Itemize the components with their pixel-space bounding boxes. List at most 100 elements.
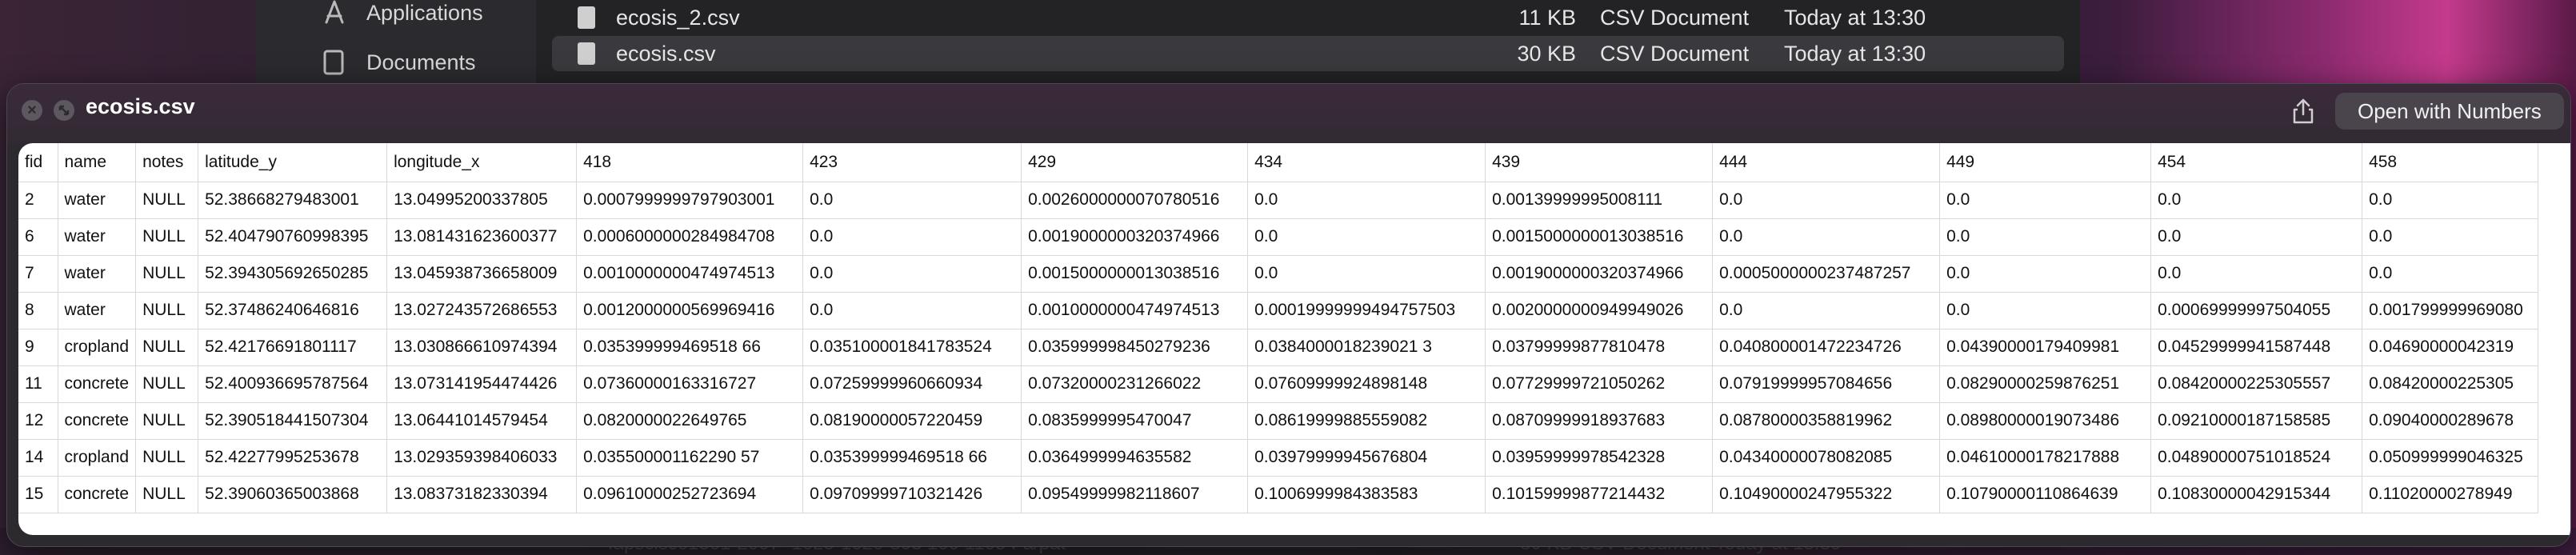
table-cell: 0.0: [1939, 255, 2152, 293]
table-row: 14 cropland NULL 52.42277995253678 13.029359…: [18, 439, 2539, 477]
table-cell: 0.0019000000320374966: [1021, 218, 1249, 256]
file-row-ecosis-2[interactable]: ecosis_2.csv 11 KB CSV Document Today at…: [552, 0, 2064, 35]
fullscreen-glyph: [58, 105, 70, 116]
sidebar-item-label: Documents: [366, 50, 476, 74]
table-cell: 0.04390000179409981: [1939, 329, 2152, 366]
table-row: 15 concrete NULL 52.39060365003868 13.083731…: [18, 476, 2539, 513]
table-cell: 0.08780000358819962: [1712, 402, 1941, 440]
table-cell: 13.030866610974394: [386, 329, 578, 366]
table-cell: 13.045938736658009: [386, 255, 578, 293]
table-row: 7 water NULL 52.394305692650285 13.045938736…: [18, 255, 2539, 293]
sidebar-item-applications[interactable]: Applications: [320, 0, 483, 26]
column-header: 439: [1485, 143, 1714, 182]
column-header: 418: [576, 143, 804, 182]
table-cell: 52.394305692650285: [198, 255, 388, 293]
fullscreen-icon[interactable]: [54, 100, 74, 121]
table-cell: 0.0: [1939, 182, 2152, 219]
table-cell: 0.0: [2150, 182, 2363, 219]
table-cell: 0.04340000078082085: [1712, 439, 1941, 477]
table-cell: 52.42176691801117: [198, 329, 388, 366]
table-cell: 0.04529999941587448: [2150, 329, 2363, 366]
table-cell: cropland: [58, 439, 137, 477]
table-cell: NULL: [135, 365, 199, 403]
table-cell: 11: [18, 365, 58, 403]
quicklook-window: × ecosis.csv Open with Numbers fid name no…: [6, 83, 2571, 547]
table-cell: 0.0: [1712, 218, 1941, 256]
table-cell: 52.39060365003868: [198, 476, 388, 513]
table-cell: 0.035399999469518 66: [576, 329, 804, 366]
table-cell: 0.00019999999494757503: [1247, 292, 1486, 329]
table-cell: 0.07320000231266022: [1021, 365, 1249, 403]
table-row: 2 water NULL 52.38668279483001 13.0499520033…: [18, 182, 2539, 219]
table-cell: cropland: [58, 329, 137, 366]
file-row-ecosis[interactable]: ecosis.csv 30 KB CSV Document Today at 1…: [552, 36, 2064, 71]
file-name: ecosis_2.csv: [616, 5, 740, 30]
table-cell: 0.0006000000284984708: [576, 218, 804, 256]
table-cell: 0.0: [2362, 182, 2539, 219]
table-cell: 0.035999998450279236: [1021, 329, 1249, 366]
table-cell: 0.0020000000949949026: [1485, 292, 1714, 329]
table-cell: NULL: [135, 476, 199, 513]
table-cell: 0.08980000019073486: [1939, 402, 2152, 440]
table-cell: 0.0: [1712, 182, 1941, 219]
table-cell: NULL: [135, 329, 199, 366]
column-header: fid: [18, 143, 58, 182]
table-cell: 0.0: [2150, 218, 2363, 256]
close-icon[interactable]: ×: [22, 100, 42, 121]
csv-preview-table: fid name notes latitude_y longitude_x 418 423 4…: [18, 143, 2570, 535]
table-cell: 0.1006999984383583: [1247, 476, 1486, 513]
table-cell: 0.0026000000070780516: [1021, 182, 1249, 219]
table-cell: 0.11020000278949: [2362, 476, 2539, 513]
table-cell: 0.0835999995470047: [1021, 402, 1249, 440]
table-cell: NULL: [135, 402, 199, 440]
table-cell: concrete: [58, 476, 137, 513]
table-cell: 0.08420000225305: [2362, 365, 2539, 403]
table-cell: 0.10490000247955322: [1712, 476, 1941, 513]
table-cell: 12: [18, 402, 58, 440]
table-cell: 0.0010000000474974513: [1021, 292, 1249, 329]
table-cell: 52.42277995253678: [198, 439, 388, 477]
table-cell: 0.09549999982118607: [1021, 476, 1249, 513]
table-cell: 52.404790760998395: [198, 218, 388, 256]
documents-icon: [323, 50, 344, 75]
table-cell: 0.0015000000013038516: [1485, 218, 1714, 256]
table-cell: 0.07259999960660934: [802, 365, 1022, 403]
table-cell: 0.0005000000237487257: [1712, 255, 1941, 293]
table-row: 11 concrete NULL 52.400936695787564 13.07314…: [18, 365, 2539, 403]
file-size: 11 KB: [1518, 5, 1576, 30]
column-header: 444: [1712, 143, 1941, 182]
table-cell: 0.04610000178217888: [1939, 439, 2152, 477]
table-cell: 13.08373182330394: [386, 476, 578, 513]
sidebar-item-documents[interactable]: Documents: [320, 50, 476, 75]
quicklook-titlebar: [7, 84, 2570, 143]
table-cell: 0.10790000110864639: [1939, 476, 2152, 513]
table-cell: 0.0: [2150, 255, 2363, 293]
table-cell: NULL: [135, 292, 199, 329]
table-cell: 15: [18, 476, 58, 513]
table-cell: 0.0: [1939, 292, 2152, 329]
table-cell: 0.0: [802, 255, 1022, 293]
table-cell: 52.38668279483001: [198, 182, 388, 219]
table-cell: 0.040800001472234726: [1712, 329, 1941, 366]
table-cell: 0.0: [1247, 218, 1486, 256]
table-cell: 0.08709999918937683: [1485, 402, 1714, 440]
table-cell: 0.0: [1247, 255, 1486, 293]
table-cell: 0.0384000018239021 3: [1247, 329, 1486, 366]
table-cell: 0.0: [1247, 182, 1486, 219]
table-cell: 13.06441014579454: [386, 402, 578, 440]
table-cell: 0.10159999877214432: [1485, 476, 1714, 513]
table-cell: 9: [18, 329, 58, 366]
table-cell: 0.00139999995008111: [1485, 182, 1714, 219]
column-header: name: [58, 143, 137, 182]
applications-icon: [325, 0, 344, 24]
table-row: 12 concrete NULL 52.390518441507304 13.06441…: [18, 402, 2539, 440]
table-cell: concrete: [58, 402, 137, 440]
table-cell: 0.09210000187158585: [2150, 402, 2363, 440]
sidebar-item-label: Applications: [366, 0, 483, 25]
table-cell: 0.08619999885559082: [1247, 402, 1486, 440]
table-cell: 0.0: [1712, 292, 1941, 329]
table-row: 8 water NULL 52.37486240646816 13.0272435726…: [18, 292, 2539, 329]
share-icon[interactable]: [2287, 95, 2319, 127]
table-cell: 0.0: [2362, 218, 2539, 256]
open-with-numbers-button[interactable]: Open with Numbers: [2335, 93, 2564, 130]
